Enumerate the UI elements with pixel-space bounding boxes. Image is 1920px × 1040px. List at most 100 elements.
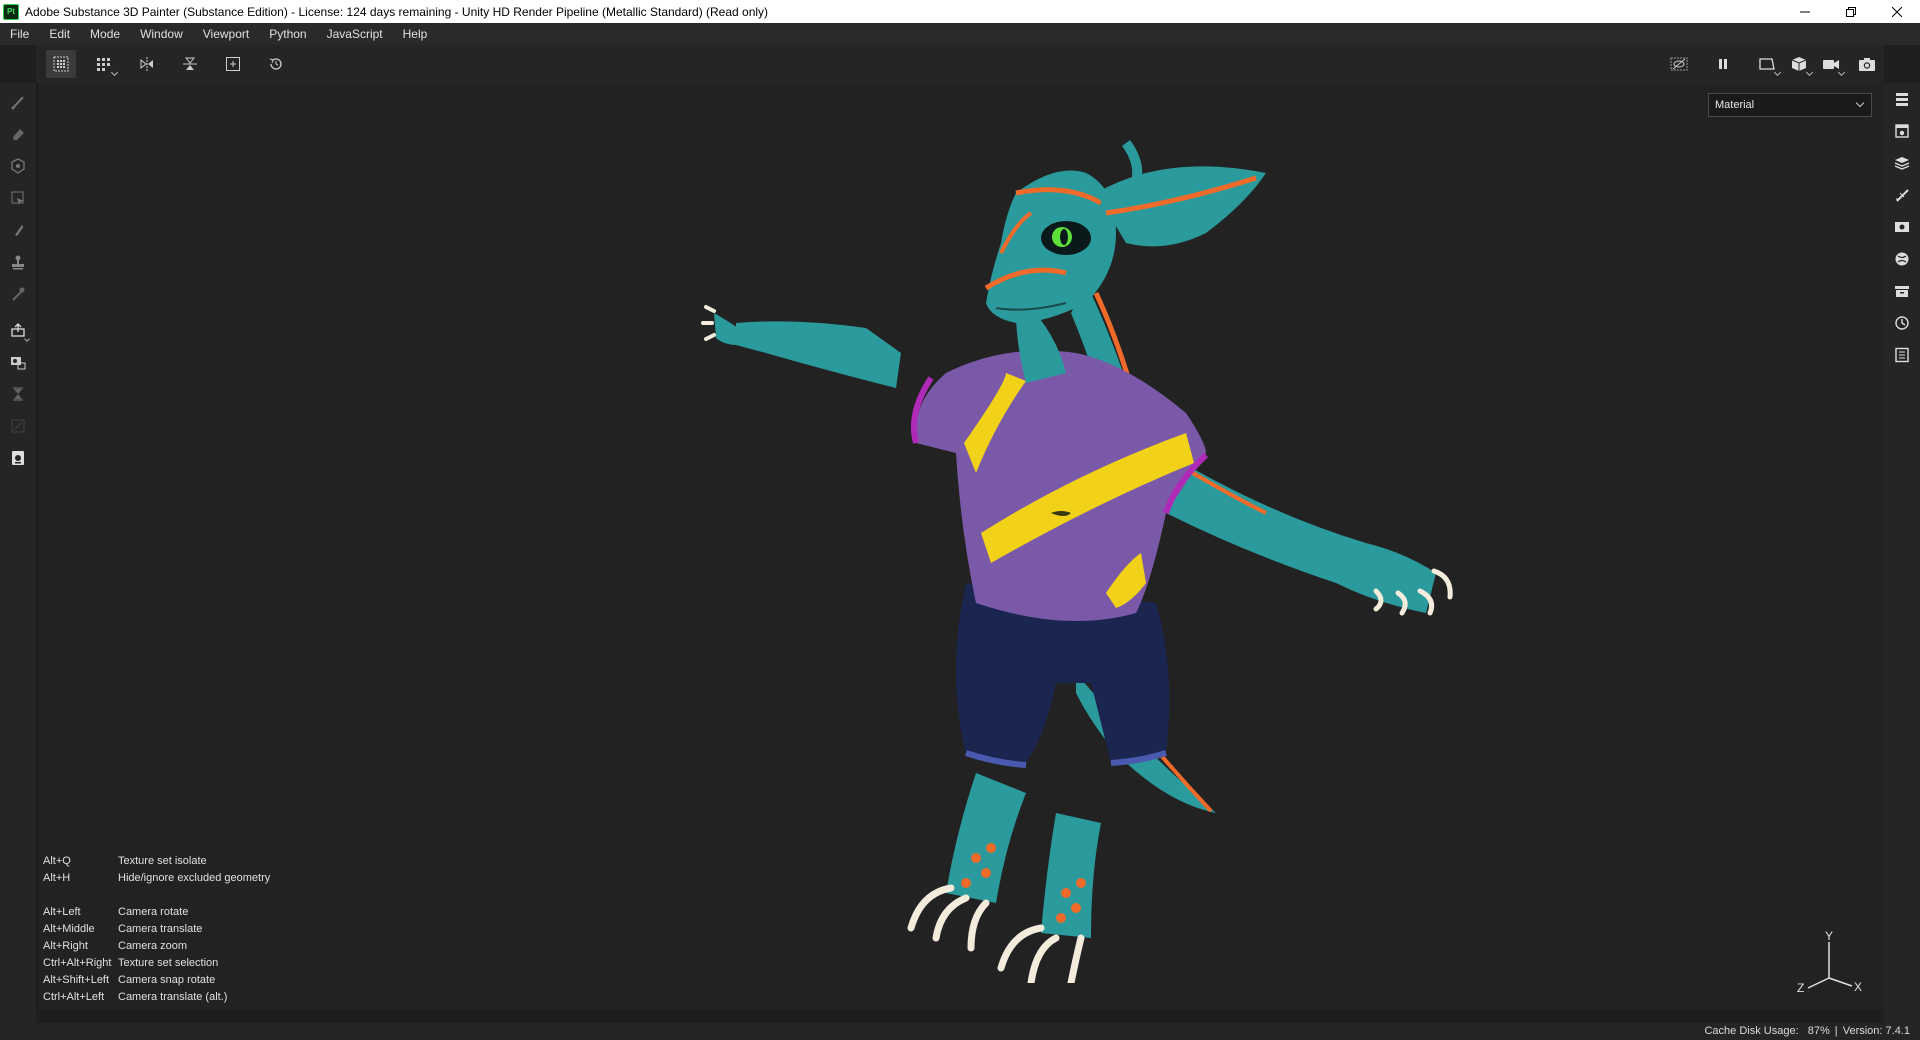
reset-button[interactable]	[261, 50, 291, 78]
eraser-tool-button[interactable]	[2, 118, 34, 150]
menu-mode[interactable]: Mode	[80, 23, 130, 45]
add-to-selection-button[interactable]	[218, 50, 248, 78]
history-clock-icon	[1895, 316, 1909, 330]
axis-y-label: Y	[1825, 929, 1833, 943]
shortcut-row: Alt+Q Texture set isolate	[43, 852, 270, 869]
texture-settings-icon	[1895, 124, 1909, 138]
menu-viewport[interactable]: Viewport	[193, 23, 259, 45]
minimize-button[interactable]	[1782, 0, 1828, 23]
projection-tool-button[interactable]	[2, 150, 34, 182]
axis-gizmo: Y X Z	[1797, 929, 1862, 995]
shortcut-row: Alt+H Hide/ignore excluded geometry	[43, 869, 270, 886]
iray-button[interactable]	[2, 378, 34, 410]
transform-button[interactable]	[2, 410, 34, 442]
dock-log[interactable]	[1886, 339, 1918, 371]
render-hourglass-icon	[13, 387, 23, 401]
character-model	[701, 140, 1453, 983]
photoshop-export-button[interactable]	[2, 442, 34, 474]
dock-texture-set-settings[interactable]	[1886, 115, 1918, 147]
close-icon	[1892, 6, 1902, 17]
display-mode-button[interactable]	[1784, 50, 1814, 78]
brush-icon	[11, 96, 24, 110]
clone-tool-button[interactable]	[2, 246, 34, 278]
dock-properties[interactable]	[1886, 179, 1918, 211]
list-icon	[1896, 93, 1908, 106]
channel-select-value: Material	[1715, 99, 1755, 111]
close-button[interactable]	[1874, 0, 1920, 23]
shortcut-action: Texture set selection	[118, 956, 219, 969]
status-info: Cache Disk Usage: 87% | Version: 7.4.1	[1704, 1025, 1910, 1037]
polygon-fill-icon	[11, 191, 24, 205]
menu-edit[interactable]: Edit	[39, 23, 80, 45]
chevron-down-icon	[1855, 98, 1865, 108]
window-controls	[1782, 0, 1920, 23]
transform-icon	[11, 419, 25, 433]
eyedropper-icon	[12, 287, 25, 301]
shortcut-action: Camera snap rotate	[118, 973, 216, 986]
history-reset-icon	[269, 58, 282, 70]
symmetry-vertical-icon	[183, 57, 197, 70]
dock-assets[interactable]	[1886, 275, 1918, 307]
brush-properties-icon	[1896, 189, 1909, 202]
menu-javascript[interactable]: JavaScript	[317, 23, 393, 45]
status-bar: Cache Disk Usage: 87% | Version: 7.4.1	[0, 1023, 1920, 1040]
view-mode-button[interactable]	[1752, 50, 1782, 78]
3d-viewport[interactable]: Material Alt+Q Texture set isolate Alt+H…	[36, 83, 1884, 1010]
minimize-icon	[1800, 11, 1810, 12]
display-settings-icon	[1895, 222, 1909, 232]
dock-texture-set-list[interactable]	[1886, 83, 1918, 115]
shortcut-action: Camera translate (alt.)	[118, 990, 228, 1003]
restore-button[interactable]	[1828, 0, 1874, 23]
shelf-icon	[1895, 286, 1909, 297]
hide-overlay-button[interactable]	[1664, 50, 1694, 78]
shortcut-action: Camera zoom	[118, 939, 188, 952]
tiles-grid-icon	[97, 58, 110, 71]
menu-file[interactable]: File	[0, 23, 39, 45]
shortcut-row: Alt+Right Camera zoom	[43, 937, 270, 954]
menu-window[interactable]: Window	[130, 23, 193, 45]
shader-sphere-icon	[1895, 252, 1909, 266]
dock-shader-settings[interactable]	[1886, 243, 1918, 275]
uv-tile-button[interactable]	[46, 50, 76, 78]
menu-help[interactable]: Help	[393, 23, 438, 45]
document-export-icon	[12, 451, 24, 465]
bake-button[interactable]	[2, 346, 34, 378]
tiles-button[interactable]	[89, 50, 119, 78]
stamp-icon	[12, 255, 24, 270]
shortcut-action: Hide/ignore excluded geometry	[118, 871, 271, 884]
shortcut-key: Alt+Shift+Left	[43, 973, 110, 986]
geometry-fill-button[interactable]	[2, 182, 34, 214]
status-separator: |	[1834, 1025, 1838, 1037]
axis-z-label: Z	[1797, 981, 1804, 995]
add-square-icon	[226, 57, 240, 71]
video-camera-icon	[1823, 60, 1839, 69]
cube-icon	[1791, 57, 1807, 71]
screenshot-button[interactable]	[1852, 50, 1882, 78]
smudge-tool-button[interactable]	[2, 214, 34, 246]
viewport-channel-select[interactable]: Material	[1708, 93, 1872, 117]
shortcut-action: Camera translate	[118, 922, 203, 935]
eye-off-icon	[1670, 57, 1688, 71]
shortcut-action: Texture set isolate	[118, 854, 207, 867]
pause-render-button[interactable]	[1708, 50, 1738, 78]
menu-python[interactable]: Python	[259, 23, 316, 45]
cache-disk-value: 87%	[1807, 1025, 1830, 1037]
dock-layers[interactable]	[1886, 147, 1918, 179]
dock-history[interactable]	[1886, 307, 1918, 339]
menu-bar: File Edit Mode Window Viewport Python Ja…	[0, 23, 1920, 45]
shortcut-key: Alt+Right	[43, 939, 88, 952]
shortcut-row: Alt+Left Camera rotate	[43, 903, 270, 920]
export-button[interactable]	[2, 314, 34, 346]
shortcut-key: Alt+Middle	[43, 922, 95, 935]
symmetry-x-button[interactable]	[132, 50, 162, 78]
title-bar: Pt Adobe Substance 3D Painter (Substance…	[0, 0, 1920, 23]
paint-tool-button[interactable]	[2, 86, 34, 118]
symmetry-y-button[interactable]	[175, 50, 205, 78]
shortcut-action: Camera rotate	[118, 905, 189, 918]
color-picker-button[interactable]	[2, 278, 34, 310]
axis-x-label: X	[1854, 980, 1862, 994]
bake-mesh-icon	[11, 357, 26, 370]
camera-button[interactable]	[1816, 50, 1846, 78]
dock-display-settings[interactable]	[1886, 211, 1918, 243]
frame-view-icon	[1759, 58, 1775, 70]
